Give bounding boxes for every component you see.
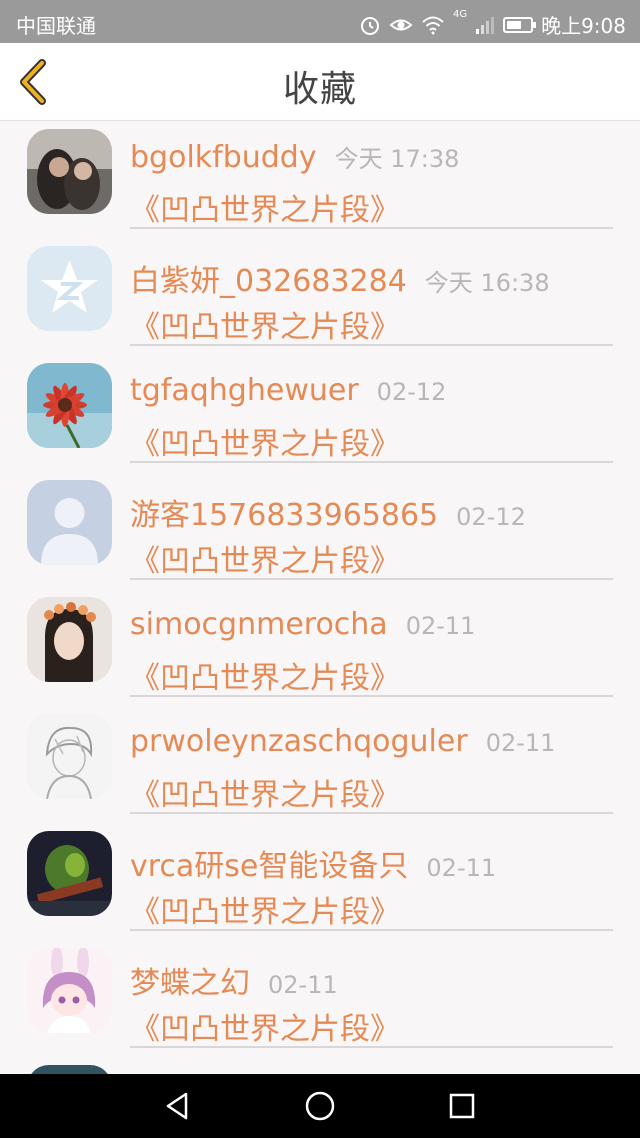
nav-back-button[interactable] [162,1090,194,1122]
recents-square-icon [449,1093,475,1119]
username: prwoleynzaschqoguler [130,724,468,759]
book-title: 《凹凸世界之片段》 [130,193,400,228]
avatar[interactable] [27,597,112,682]
username: 白紫妍_032683284 [130,264,407,299]
username: simocgnmerocha [130,607,388,642]
navigation-bar [0,1074,640,1138]
avatar[interactable] [27,246,112,331]
network-type: 4G [452,9,468,20]
list-item[interactable]: bgolkfbuddy 今天 17:38 《凹凸世界之片段》 [0,121,640,238]
avatar[interactable] [27,831,112,916]
list-item[interactable]: prwoleynzaschqoguler 02-11 《凹凸世界之片段》 [0,706,640,823]
avatar[interactable] [27,363,112,448]
book-title: 《凹凸世界之片段》 [130,427,400,462]
timestamp: 今天 17:38 [334,145,460,173]
nav-home-button[interactable] [304,1090,336,1122]
carrier-label: 中国联通 [16,14,96,38]
status-bar: 中国联通 4G 晚上9:08 [0,0,640,43]
timestamp: 02-11 [405,612,476,640]
avatar[interactable] [27,948,112,1033]
list-item[interactable]: 梦蝶之幻 02-11 《凹凸世界之片段》 [0,940,640,1057]
page-title: 收藏 [282,69,357,110]
book-title: 《凹凸世界之片段》 [130,661,400,696]
username: vrca研se智能设备只 [130,849,409,884]
status-icons: 4G 晚上9:08 [359,10,626,39]
app-bar: 收藏 [0,43,640,121]
book-title: 《凹凸世界之片段》 [130,1012,400,1047]
avatar[interactable] [27,1065,112,1074]
wifi-icon [422,16,444,34]
timestamp: 02-12 [456,503,526,531]
list-item[interactable]: 游客1576833965865 02-12 《凹凸世界之片段》 [0,472,640,589]
timestamp: 02-11 [268,971,338,999]
back-triangle-icon [166,1092,188,1120]
signal-icon [476,16,495,34]
username: 游客1576833965865 [130,498,439,533]
clock: 晚上9:08 [541,14,626,38]
favorites-list[interactable]: bgolkfbuddy 今天 17:38 《凹凸世界之片段》 白紫妍_03268… [0,121,640,1074]
avatar[interactable] [27,480,112,565]
list-item[interactable]: tgfaqhghewuer 02-12 《凹凸世界之片段》 [0,355,640,472]
timestamp: 02-12 [376,378,447,406]
timestamp: 今天 16:38 [424,269,550,297]
alarm-icon [360,16,379,35]
battery-icon [503,16,537,33]
eye-icon [389,19,413,30]
book-title: 《凹凸世界之片段》 [130,544,400,579]
book-title: 《凹凸世界之片段》 [130,310,400,345]
list-item[interactable]: simocgnmerocha 02-11 《凹凸世界之片段》 [0,589,640,706]
username: tgfaqhghewuer [130,373,359,408]
nav-recents-button[interactable] [446,1090,478,1122]
username: bgolkfbuddy [130,140,317,175]
username: 梦蝶之幻 [130,966,250,1001]
list-item[interactable] [0,1057,640,1074]
book-title: 《凹凸世界之片段》 [130,778,400,813]
list-item[interactable]: vrca研se智能设备只 02-11 《凹凸世界之片段》 [0,823,640,940]
avatar[interactable] [27,714,112,799]
timestamp: 02-11 [426,854,497,882]
book-title: 《凹凸世界之片段》 [130,895,400,930]
avatar[interactable] [27,129,112,214]
timestamp: 02-11 [485,729,556,757]
home-circle-icon [305,1091,335,1121]
list-item[interactable]: 白紫妍_032683284 今天 16:38 《凹凸世界之片段》 [0,238,640,355]
